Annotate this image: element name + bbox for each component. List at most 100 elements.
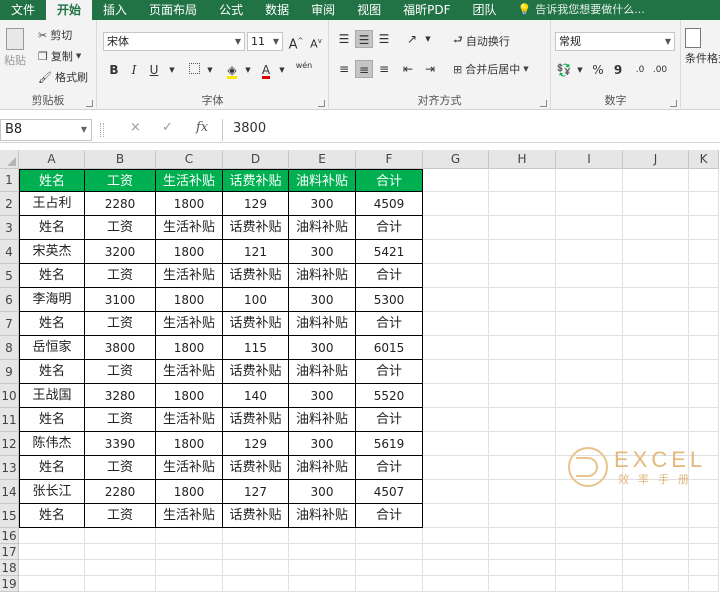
grow-font-button[interactable]: A^	[287, 32, 305, 52]
cell-K6[interactable]	[689, 288, 719, 312]
orientation-dropdown[interactable]: ▼	[419, 30, 437, 48]
cell-H15[interactable]	[489, 504, 556, 528]
cell-H9[interactable]	[489, 360, 556, 384]
cell-A11[interactable]: 姓名	[19, 408, 85, 432]
cell-B12[interactable]: 3390	[85, 432, 156, 456]
cell-D14[interactable]: 127	[223, 480, 289, 504]
cell-B6[interactable]: 3100	[85, 288, 156, 312]
cell-I18[interactable]	[556, 560, 623, 576]
cell-F7[interactable]: 合计	[356, 312, 423, 336]
insert-function-icon[interactable]: fx	[196, 120, 208, 135]
cell-I16[interactable]	[556, 528, 623, 544]
cell-C17[interactable]	[156, 544, 223, 560]
column-header-J[interactable]: J	[623, 150, 689, 169]
dialog-launcher-icon[interactable]	[540, 100, 547, 107]
cell-G1[interactable]	[423, 169, 489, 192]
cell-A7[interactable]: 姓名	[19, 312, 85, 336]
cell-A13[interactable]: 姓名	[19, 456, 85, 480]
bold-button[interactable]: B	[105, 61, 123, 79]
cell-G3[interactable]	[423, 216, 489, 240]
comma-button[interactable]: 9	[609, 61, 627, 79]
cell-E15[interactable]: 油料补贴	[289, 504, 356, 528]
cell-H16[interactable]	[489, 528, 556, 544]
cell-J5[interactable]	[623, 264, 689, 288]
cell-J2[interactable]	[623, 192, 689, 216]
cell-H6[interactable]	[489, 288, 556, 312]
column-header-E[interactable]: E	[289, 150, 356, 169]
cell-C10[interactable]: 1800	[156, 384, 223, 408]
cell-J3[interactable]	[623, 216, 689, 240]
cell-G4[interactable]	[423, 240, 489, 264]
enter-icon[interactable]: ✓	[162, 120, 173, 135]
cell-G18[interactable]	[423, 560, 489, 576]
formula-bar-grip[interactable]	[100, 123, 104, 137]
cell-D7[interactable]: 话费补贴	[223, 312, 289, 336]
row-header-13[interactable]: 13	[0, 456, 19, 480]
cell-J6[interactable]	[623, 288, 689, 312]
tab-7[interactable]: 视图	[346, 0, 392, 20]
cell-A12[interactable]: 陈伟杰	[19, 432, 85, 456]
cell-A17[interactable]	[19, 544, 85, 560]
cell-D11[interactable]: 话费补贴	[223, 408, 289, 432]
fill-color-dropdown[interactable]: ▼	[239, 61, 257, 79]
cell-C1[interactable]: 生活补贴	[156, 169, 223, 192]
tab-5[interactable]: 数据	[254, 0, 300, 20]
cell-C7[interactable]: 生活补贴	[156, 312, 223, 336]
row-header-17[interactable]: 17	[0, 544, 19, 560]
cell-F1[interactable]: 合计	[356, 169, 423, 192]
cell-K10[interactable]	[689, 384, 719, 408]
cell-C5[interactable]: 生活补贴	[156, 264, 223, 288]
cell-I6[interactable]	[556, 288, 623, 312]
font-size-select[interactable]: 11 ▼	[247, 32, 283, 51]
cell-C6[interactable]: 1800	[156, 288, 223, 312]
cell-J17[interactable]	[623, 544, 689, 560]
row-header-10[interactable]: 10	[0, 384, 19, 408]
cell-F2[interactable]: 4509	[356, 192, 423, 216]
dialog-launcher-icon[interactable]	[86, 100, 93, 107]
dialog-launcher-icon[interactable]	[318, 100, 325, 107]
row-header-19[interactable]: 19	[0, 576, 19, 592]
cell-C19[interactable]	[156, 576, 223, 592]
cell-D1[interactable]: 话费补贴	[223, 169, 289, 192]
cell-H17[interactable]	[489, 544, 556, 560]
cell-B8[interactable]: 3800	[85, 336, 156, 360]
cell-K5[interactable]	[689, 264, 719, 288]
row-header-15[interactable]: 15	[0, 504, 19, 528]
cell-F18[interactable]	[356, 560, 423, 576]
number-format-select[interactable]: 常规 ▼	[555, 32, 675, 51]
cell-J15[interactable]	[623, 504, 689, 528]
decrease-indent-button[interactable]: ⇤	[399, 60, 417, 78]
cell-G9[interactable]	[423, 360, 489, 384]
cell-D8[interactable]: 115	[223, 336, 289, 360]
cell-H18[interactable]	[489, 560, 556, 576]
cell-A4[interactable]: 宋英杰	[19, 240, 85, 264]
cell-J8[interactable]	[623, 336, 689, 360]
cell-D13[interactable]: 话费补贴	[223, 456, 289, 480]
cell-J1[interactable]	[623, 169, 689, 192]
tab-4[interactable]: 公式	[208, 0, 254, 20]
tab-6[interactable]: 审阅	[300, 0, 346, 20]
cell-D12[interactable]: 129	[223, 432, 289, 456]
cell-I4[interactable]	[556, 240, 623, 264]
cell-G15[interactable]	[423, 504, 489, 528]
cell-K4[interactable]	[689, 240, 719, 264]
increase-indent-button[interactable]: ⇥	[421, 60, 439, 78]
cell-A9[interactable]: 姓名	[19, 360, 85, 384]
cell-C4[interactable]: 1800	[156, 240, 223, 264]
row-header-18[interactable]: 18	[0, 560, 19, 576]
column-header-G[interactable]: G	[423, 150, 489, 169]
cell-A15[interactable]: 姓名	[19, 504, 85, 528]
cell-E17[interactable]	[289, 544, 356, 560]
cancel-icon[interactable]: ×	[130, 120, 141, 135]
cell-I10[interactable]	[556, 384, 623, 408]
percent-button[interactable]: %	[589, 61, 607, 79]
column-header-B[interactable]: B	[85, 150, 156, 169]
cell-A18[interactable]	[19, 560, 85, 576]
cell-A5[interactable]: 姓名	[19, 264, 85, 288]
cell-G10[interactable]	[423, 384, 489, 408]
row-header-6[interactable]: 6	[0, 288, 19, 312]
cell-B1[interactable]: 工资	[85, 169, 156, 192]
cell-G5[interactable]	[423, 264, 489, 288]
column-header-D[interactable]: D	[223, 150, 289, 169]
cell-A16[interactable]	[19, 528, 85, 544]
